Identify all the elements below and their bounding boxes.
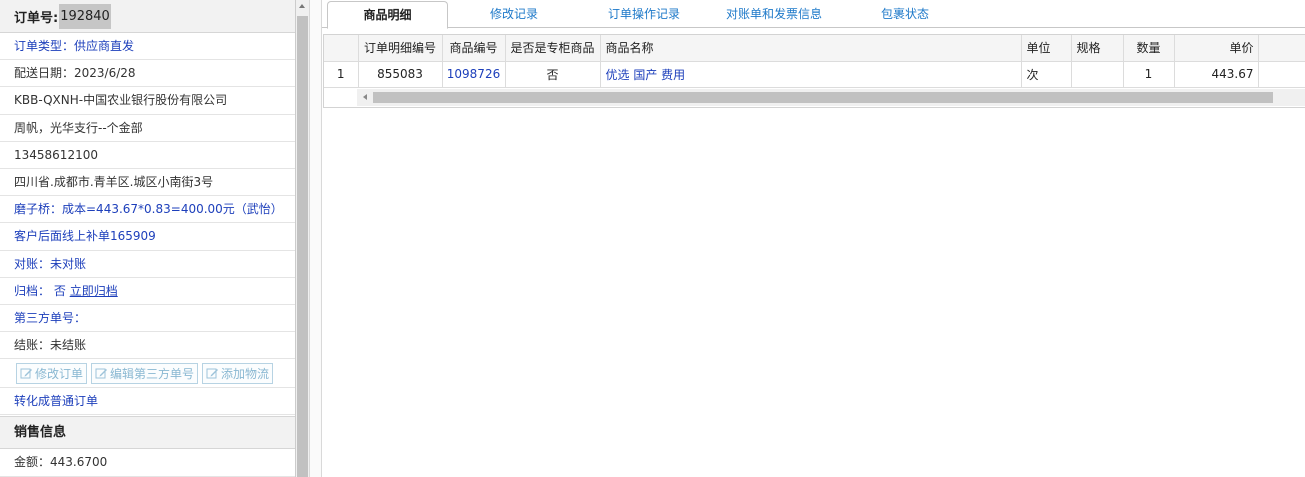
archive-value: 否 (53, 283, 66, 298)
tab-order-operation-log[interactable]: 订单操作记录 (608, 0, 680, 28)
scroll-left-arrow-icon[interactable] (363, 94, 367, 100)
product-detail-grid: 订单明细编号 商品编号 是否是专柜商品 商品名称 单位 规格 数量 单价 1 8… (323, 34, 1305, 108)
order-type: 订单类型：供应商直发 (0, 33, 295, 61)
table-row[interactable]: 1 855083 1098726 否 优选 国产 费用 次 1 443.67 (324, 61, 1305, 88)
reconcile-status: 对账：未对账 (0, 251, 295, 278)
add-logistics-button[interactable]: 添加物流 (202, 362, 274, 384)
column-header-detail-id[interactable]: 订单明细编号 (358, 35, 443, 62)
left-panel-scrollbar[interactable] (296, 0, 309, 477)
column-header-spec[interactable]: 规格 (1071, 35, 1124, 62)
column-header-index (324, 35, 359, 62)
archive-row: 归档： 否 立即归档 (0, 278, 295, 305)
app-root: 订单号: 192840 订单类型：供应商直发 配送日期：2023/6/28 KB… (0, 0, 1305, 477)
cell-index: 1 (324, 61, 359, 88)
scrollbar-thumb[interactable] (297, 16, 308, 477)
column-header-counter-product[interactable]: 是否是专柜商品 (505, 35, 601, 62)
add-logistics-label: 添加物流 (221, 366, 270, 381)
order-number-value[interactable]: 192840 (59, 3, 111, 29)
scroll-up-arrow-icon[interactable] (299, 4, 305, 8)
grid-horizontal-scrollbar[interactable] (357, 89, 1305, 106)
cell-quantity: 1 (1123, 61, 1175, 88)
cell-extra (1258, 61, 1305, 88)
cell-spec (1071, 61, 1124, 88)
edit-third-party-label: 编辑第三方单号 (110, 366, 195, 381)
edit-icon (95, 368, 108, 379)
edit-order-label: 修改订单 (35, 366, 84, 381)
sales-info-header: 销售信息 (0, 416, 295, 450)
column-header-product-name[interactable]: 商品名称 (600, 35, 1022, 62)
detail-panel: 商品明细 修改记录 订单操作记录 对账单和发票信息 包裹状态 订单明细编号 商品… (322, 0, 1305, 477)
column-header-extra (1258, 35, 1305, 62)
settlement-status: 结账：未结账 (0, 332, 295, 360)
customer-contact: 周帆，光华支行--个金部 (0, 115, 295, 142)
order-info-panel: 订单号: 192840 订单类型：供应商直发 配送日期：2023/6/28 KB… (0, 0, 296, 477)
column-header-product-id[interactable]: 商品编号 (442, 35, 506, 62)
order-action-buttons: 修改订单 编辑第三方单号 添加物流 (0, 359, 295, 389)
delivery-date: 配送日期：2023/6/28 (0, 60, 295, 88)
customer-phone: 13458612100 (0, 142, 295, 169)
column-header-unit[interactable]: 单位 (1021, 35, 1072, 62)
convert-to-normal-order-link[interactable]: 转化成普通订单 (0, 388, 295, 416)
cell-unit-price: 443.67 (1174, 61, 1259, 88)
order-note: 磨子桥：成本=443.67*0.83=400.00元（武怡） (0, 196, 295, 224)
table-header-row: 订单明细编号 商品编号 是否是专柜商品 商品名称 单位 规格 数量 单价 (324, 35, 1305, 62)
edit-third-party-button[interactable]: 编辑第三方单号 (91, 362, 199, 384)
column-header-unit-price[interactable]: 单价 (1174, 35, 1259, 62)
edit-icon (206, 368, 219, 379)
tab-product-details[interactable]: 商品明细 (327, 1, 448, 29)
tab-package-status[interactable]: 包裹状态 (881, 0, 929, 28)
customer-address: 四川省.成都市.青羊区.城区小南街3号 (0, 169, 295, 197)
supplement-note: 客户后面线上补单165909 (0, 223, 295, 251)
order-number-header: 订单号: 192840 (0, 0, 295, 33)
panel-splitter[interactable] (309, 0, 322, 477)
cell-product-name-link[interactable]: 优选 国产 费用 (600, 61, 1022, 88)
sales-amount: 金额：443.6700 (0, 449, 295, 477)
cell-product-id-link[interactable]: 1098726 (442, 61, 506, 88)
tab-statement-invoice[interactable]: 对账单和发票信息 (726, 0, 822, 28)
horizontal-scrollbar-thumb[interactable] (373, 92, 1273, 103)
third-party-number: 第三方单号： (0, 305, 295, 333)
edit-icon (20, 368, 32, 379)
column-header-quantity[interactable]: 数量 (1123, 35, 1175, 62)
tab-modification-history[interactable]: 修改记录 (490, 0, 538, 28)
customer-company: KBB-QXNH-中国农业银行股份有限公司 (0, 87, 295, 115)
detail-tabs: 商品明细 修改记录 订单操作记录 对账单和发票信息 包裹状态 (322, 0, 1305, 29)
archive-label: 归档： (14, 283, 51, 298)
cell-unit: 次 (1021, 61, 1072, 88)
cell-counter-product: 否 (505, 61, 601, 88)
cell-detail-id: 855083 (358, 61, 443, 88)
order-number-label: 订单号: (14, 10, 59, 26)
edit-order-button[interactable]: 修改订单 (16, 362, 88, 384)
archive-now-link[interactable]: 立即归档 (70, 284, 118, 298)
product-table: 订单明细编号 商品编号 是否是专柜商品 商品名称 单位 规格 数量 单价 1 8… (324, 35, 1305, 88)
